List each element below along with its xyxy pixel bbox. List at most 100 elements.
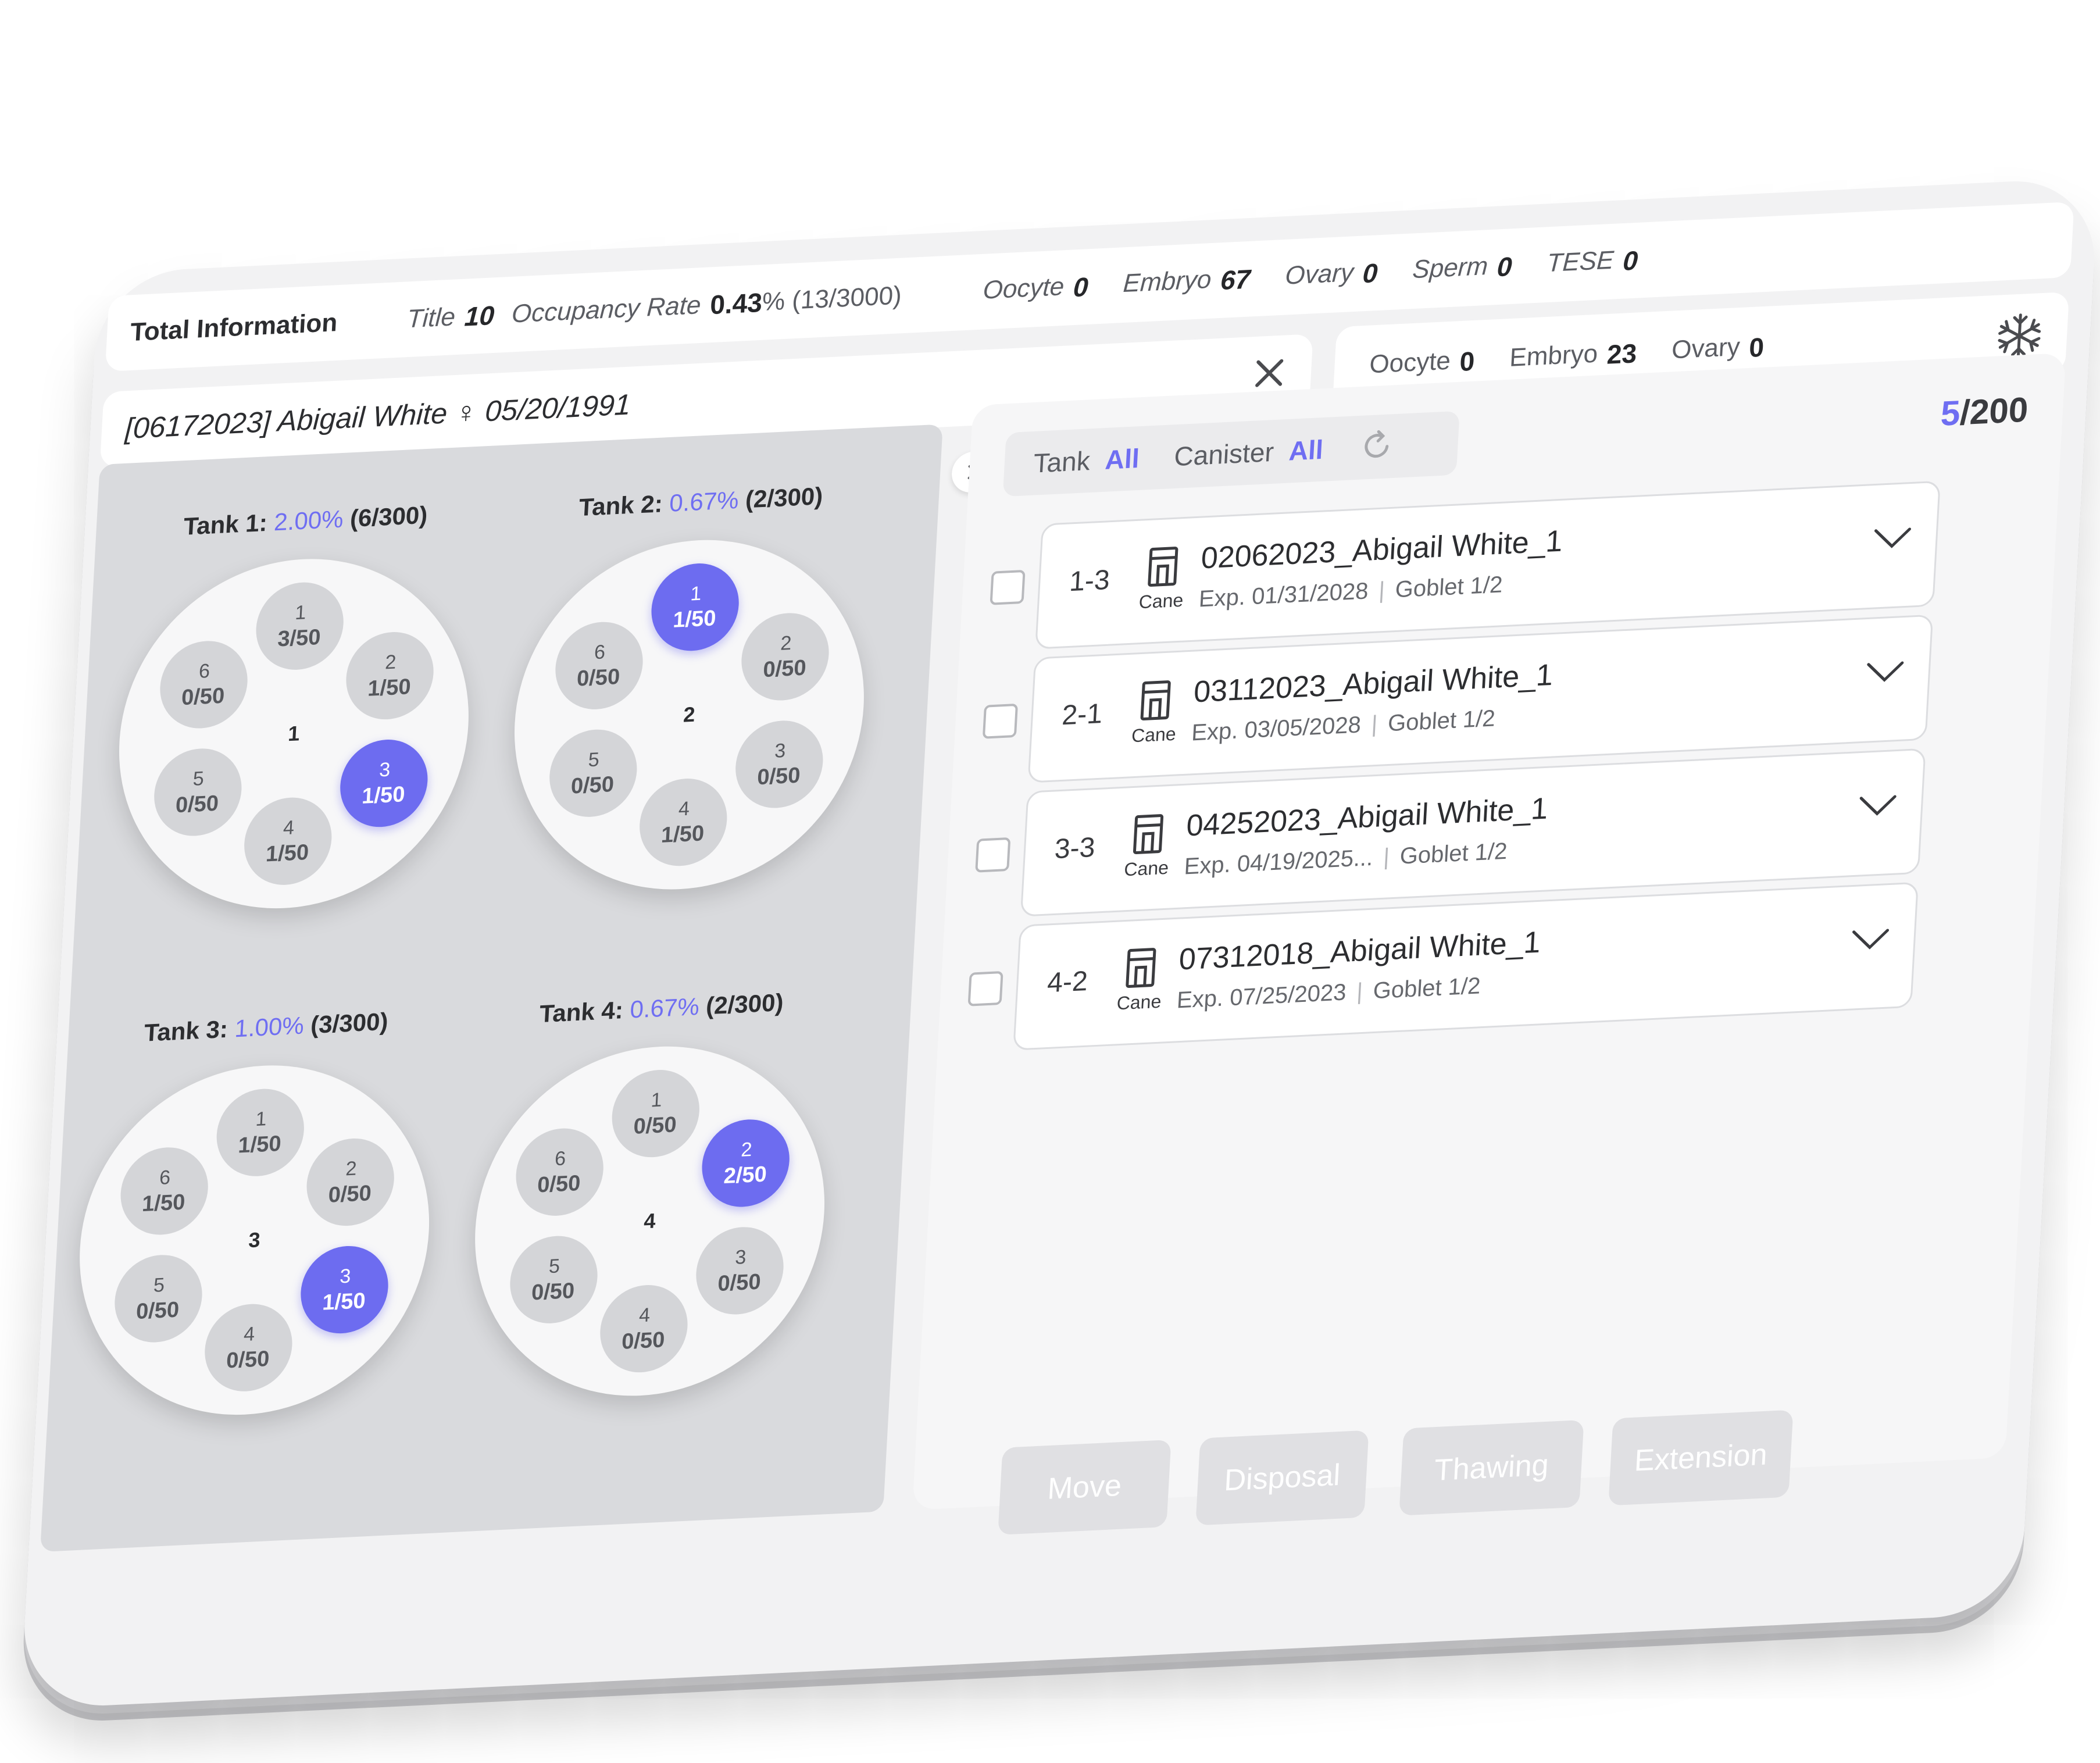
canister-slot[interactable]: 3 1/50 [298, 1243, 391, 1336]
slot-number: 5 [192, 767, 205, 790]
canister-slot[interactable]: 6 0/50 [513, 1126, 606, 1218]
chevron-down-icon[interactable] [1849, 926, 1891, 956]
tank-filter-label: Tank [1033, 445, 1091, 479]
count-label: Embryo [1122, 265, 1212, 298]
slot-count: 1/50 [265, 840, 310, 867]
action-button-move[interactable]: Move [998, 1439, 1172, 1535]
record-expiry: Exp. 04/19/2025... [1183, 844, 1374, 880]
meta-divider: | [1378, 577, 1386, 604]
canister-slot[interactable]: 4 0/50 [598, 1283, 690, 1375]
cane-icon [1121, 812, 1176, 855]
chevron-down-icon[interactable] [1864, 658, 1906, 688]
canister-slot[interactable]: 4 1/50 [637, 776, 730, 868]
record-name: 04252023_Abigail White_1 [1185, 791, 1549, 843]
canister-slot[interactable]: 1 0/50 [609, 1068, 702, 1159]
slot-count: 0/50 [537, 1170, 581, 1198]
meta-divider: | [1370, 711, 1378, 737]
canister-plate: 2 1 1/50 2 0/50 3 0/50 4 1/50 5 0/50 6 0/50 [505, 531, 873, 898]
tank-detail: (6/300) [349, 501, 428, 533]
slot-count: 0/50 [621, 1327, 666, 1354]
canister-slot[interactable]: 2 1/50 [344, 629, 436, 722]
refresh-icon[interactable] [1357, 426, 1397, 467]
slot-number: 6 [554, 1147, 567, 1170]
tank-rate: 0.67% [669, 486, 740, 517]
action-button-disposal[interactable]: Disposal [1195, 1430, 1369, 1526]
canister-slot[interactable]: 1 3/50 [253, 580, 346, 672]
count-label: Oocyte [982, 272, 1065, 305]
canister-slot[interactable]: 1 1/50 [214, 1087, 306, 1179]
slot-number: 4 [638, 1304, 651, 1327]
count-value: 0 [1362, 258, 1378, 289]
close-icon[interactable] [1249, 354, 1289, 395]
cane-label: Cane [1131, 723, 1177, 747]
count-value: 23 [1606, 338, 1638, 370]
record-checkbox[interactable] [990, 569, 1026, 605]
record-pager: 5/200 [1940, 390, 2029, 434]
tank-title: Tank 2: 0.67% (2/300) [526, 480, 876, 524]
slot-count: 0/50 [174, 791, 220, 818]
canister-slot[interactable]: 5 0/50 [508, 1233, 600, 1325]
count-value: 0 [1496, 251, 1513, 283]
record-expiry: Exp. 07/25/2023 [1176, 979, 1347, 1013]
slot-number: 4 [243, 1323, 256, 1346]
chevron-down-icon[interactable] [1856, 792, 1899, 822]
tank-center-number: 1 [287, 721, 301, 746]
canister-slot[interactable]: 3 1/50 [338, 737, 430, 829]
record-checkbox[interactable] [975, 837, 1011, 873]
canister-slot[interactable]: 3 0/50 [733, 718, 826, 810]
slot-number: 1 [690, 582, 702, 605]
record-checkbox[interactable] [982, 703, 1019, 739]
canister-slot[interactable]: 2 2/50 [699, 1117, 792, 1209]
record-goblet: Goblet 1/2 [1372, 973, 1481, 1004]
canister-slot[interactable]: 6 1/50 [118, 1145, 210, 1237]
slot-number: 5 [587, 748, 600, 771]
tank-center-number: 2 [683, 702, 696, 727]
slot-count: 0/50 [633, 1112, 677, 1139]
canister-slot[interactable]: 5 0/50 [152, 746, 244, 838]
tablet-screen: Total Information Title 10 Occupancy Rat… [20, 177, 2099, 1710]
occupancy-label: Occupancy Rate [510, 291, 702, 329]
canister-slot[interactable]: 4 1/50 [242, 795, 334, 887]
slot-count: 2/50 [723, 1162, 767, 1189]
tank-rate: 2.00% [273, 505, 344, 536]
canister-slot[interactable]: 5 0/50 [547, 727, 640, 819]
tank-title: Tank 4: 0.67% (2/300) [486, 986, 837, 1031]
count-value: 0 [1072, 272, 1090, 303]
slot-number: 6 [198, 659, 211, 683]
count-value: 0 [1459, 345, 1476, 377]
tank-title: Tank 1: 2.00% (6/300) [130, 498, 481, 543]
slot-number: 1 [255, 1108, 267, 1131]
record-checkbox[interactable] [967, 970, 1003, 1007]
count-label: Embryo [1509, 339, 1599, 372]
action-button-extension[interactable]: Extension [1608, 1409, 1794, 1506]
tank-rate: 1.00% [234, 1011, 305, 1043]
slot-count: 0/50 [570, 772, 615, 799]
slot-count: 0/50 [181, 683, 226, 710]
slot-number: 6 [594, 640, 606, 663]
filter-bar: Tank All Canister All [1002, 411, 1460, 497]
tank-4: Tank 4: 0.67% (2/300) 4 1 0/50 2 2/50 3 0/50 4 0/… [465, 986, 837, 1416]
slot-count: 0/50 [576, 664, 621, 691]
canister-slot[interactable]: 2 0/50 [304, 1136, 397, 1228]
total-information-label: Total Information [129, 308, 338, 347]
canister-slot[interactable]: 5 0/50 [112, 1252, 205, 1344]
slot-count: 0/50 [530, 1278, 576, 1305]
canister-slot[interactable]: 2 0/50 [739, 611, 831, 702]
count-value: 67 [1219, 263, 1251, 296]
canister-filter-value[interactable]: All [1288, 434, 1324, 467]
canister-slot[interactable]: 1 1/50 [649, 561, 741, 653]
record-name: 03112023_Abigail White_1 [1192, 658, 1554, 709]
slot-number: 6 [159, 1166, 172, 1189]
slot-count: 3/50 [277, 624, 322, 652]
chevron-down-icon[interactable] [1871, 524, 1913, 555]
tank-filter-value[interactable]: All [1104, 442, 1140, 476]
canister-slot[interactable]: 6 0/50 [158, 638, 250, 730]
slot-number: 4 [283, 816, 295, 840]
canister-slot[interactable]: 6 0/50 [553, 619, 645, 711]
canister-slot[interactable]: 4 0/50 [202, 1302, 295, 1394]
slot-number: 2 [780, 631, 792, 655]
record-goblet: Goblet 1/2 [1399, 838, 1508, 869]
count-label: Ovary [1284, 258, 1355, 290]
action-button-thawing[interactable]: Thawing [1399, 1419, 1584, 1516]
canister-slot[interactable]: 3 0/50 [694, 1225, 786, 1316]
